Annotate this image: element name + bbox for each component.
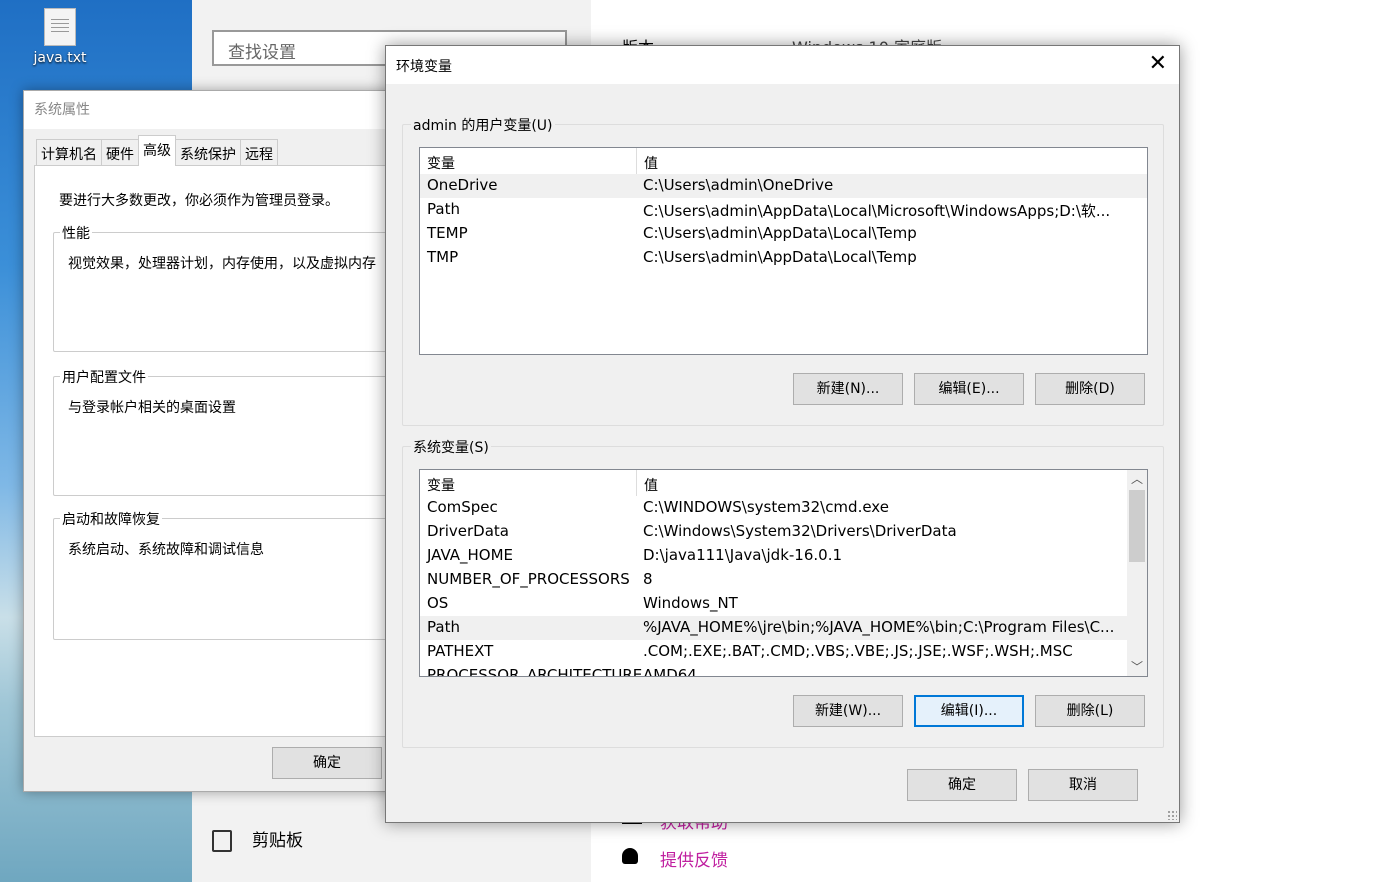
variable-value: C:\Users\admin\AppData\Local\Temp	[643, 248, 917, 266]
variable-value: C:\Users\admin\AppData\Local\Temp	[643, 224, 917, 242]
tab-hardware[interactable]: 硬件	[101, 139, 139, 166]
column-divider[interactable]	[636, 148, 637, 174]
table-row[interactable]: OneDrive C:\Users\admin\OneDrive	[420, 174, 1147, 198]
variable-value: C:\Windows\System32\Drivers\DriverData	[643, 522, 957, 540]
table-row[interactable]: Path %JAVA_HOME%\jre\bin;%JAVA_HOME%\bin…	[420, 616, 1147, 640]
variable-name: Path	[427, 618, 460, 636]
admin-notice: 要进行大多数更改，你必须作为管理员登录。	[59, 193, 339, 209]
variable-name: PATHEXT	[427, 642, 494, 660]
tab-system-protection[interactable]: 系统保护	[175, 139, 241, 166]
cancel-button[interactable]: 取消	[1028, 769, 1138, 801]
tab-bar: 计算机名 硬件 高级 系统保护 远程	[36, 135, 278, 166]
ok-button[interactable]: 确定	[272, 747, 382, 779]
environment-variables-dialog: 环境变量 ✕ admin 的用户变量(U) 变量 值 OneDrive C:\U…	[385, 45, 1180, 823]
dialog-titlebar: 环境变量 ✕	[386, 46, 1179, 84]
performance-group: 性能 视觉效果，处理器计划，内存使用，以及虚拟内存	[53, 223, 395, 352]
group-legend: admin 的用户变量(U)	[411, 115, 555, 135]
group-legend: 性能	[60, 223, 92, 243]
vertical-scrollbar[interactable]: ︿ ﹀	[1127, 470, 1147, 676]
ok-button[interactable]: 确定	[907, 769, 1017, 801]
table-row[interactable]: TMP C:\Users\admin\AppData\Local\Temp	[420, 246, 1147, 270]
variable-name: DriverData	[427, 522, 509, 540]
user-profile-group: 用户配置文件 与登录帐户相关的桌面设置	[53, 367, 395, 496]
table-row[interactable]: DriverData C:\Windows\System32\Drivers\D…	[420, 520, 1147, 544]
desktop-file-label: java.txt	[33, 50, 87, 66]
tab-computer-name[interactable]: 计算机名	[36, 139, 102, 166]
variable-value: AMD64	[643, 666, 697, 677]
group-legend: 用户配置文件	[60, 367, 148, 387]
advanced-tab-panel: 要进行大多数更改，你必须作为管理员登录。 性能 视觉效果，处理器计划，内存使用，…	[34, 165, 396, 737]
table-row[interactable]: NUMBER_OF_PROCESSORS 8	[420, 568, 1147, 592]
user-delete-button[interactable]: 删除(D)	[1035, 373, 1145, 405]
variable-value: 8	[643, 570, 653, 588]
variable-name: NUMBER_OF_PROCESSORS	[427, 570, 630, 588]
variable-name: PROCESSOR_ARCHITECTURE	[427, 666, 643, 677]
system-variables-group: 系统变量(S) 变量 值 ComSpec C:\WINDOWS\system32…	[402, 437, 1164, 748]
list-header: 变量 值	[420, 148, 1147, 174]
nav-item-label: 剪贴板	[252, 831, 303, 851]
variable-value: .COM;.EXE;.BAT;.CMD;.VBS;.VBE;.JS;.JSE;.…	[643, 642, 1073, 660]
table-row[interactable]: PATHEXT .COM;.EXE;.BAT;.CMD;.VBS;.VBE;.J…	[420, 640, 1147, 664]
close-icon[interactable]: ✕	[1149, 52, 1167, 76]
variable-value: Windows_NT	[643, 594, 738, 612]
user-variables-list[interactable]: 变量 值 OneDrive C:\Users\admin\OneDrive Pa…	[419, 147, 1148, 355]
tab-remote[interactable]: 远程	[240, 139, 278, 166]
feedback-icon	[622, 848, 638, 864]
nav-item-clipboard[interactable]: 剪贴板	[212, 826, 303, 852]
table-row[interactable]: PROCESSOR_ARCHITECTURE AMD64	[420, 664, 1147, 677]
variable-name: JAVA_HOME	[427, 546, 514, 564]
scroll-down-icon[interactable]: ﹀	[1127, 658, 1147, 676]
variable-name: ComSpec	[427, 498, 498, 516]
table-row[interactable]: TEMP C:\Users\admin\AppData\Local\Temp	[420, 222, 1147, 246]
column-header-variable[interactable]: 变量	[427, 153, 455, 173]
variable-value: D:\java111\Java\jdk-16.0.1	[643, 546, 843, 564]
search-placeholder: 查找设置	[228, 43, 296, 63]
group-legend: 启动和故障恢复	[60, 509, 162, 529]
desktop-file-java-txt[interactable]: java.txt	[30, 8, 90, 66]
dialog-title: 环境变量	[396, 59, 452, 75]
system-delete-button[interactable]: 删除(L)	[1035, 695, 1145, 727]
group-legend: 系统变量(S)	[411, 437, 491, 457]
column-divider[interactable]	[636, 470, 637, 496]
feedback-link[interactable]: 提供反馈	[660, 846, 728, 871]
text-file-icon	[44, 8, 76, 46]
variable-value: C:\WINDOWS\system32\cmd.exe	[643, 498, 889, 516]
table-row[interactable]: Path C:\Users\admin\AppData\Local\Micros…	[420, 198, 1147, 222]
user-variables-group: admin 的用户变量(U) 变量 值 OneDrive C:\Users\ad…	[402, 115, 1164, 426]
scrollbar-thumb[interactable]	[1129, 490, 1145, 562]
system-edit-button[interactable]: 编辑(I)...	[914, 695, 1024, 727]
table-row[interactable]: ComSpec C:\WINDOWS\system32\cmd.exe	[420, 496, 1147, 520]
column-header-value[interactable]: 值	[644, 153, 658, 173]
table-row[interactable]: JAVA_HOME D:\java111\Java\jdk-16.0.1	[420, 544, 1147, 568]
table-row[interactable]: OS Windows_NT	[420, 592, 1147, 616]
variable-value: C:\Users\admin\OneDrive	[643, 176, 834, 194]
column-header-value[interactable]: 值	[644, 475, 658, 495]
user-new-button[interactable]: 新建(N)...	[793, 373, 903, 405]
list-header: 变量 值	[420, 470, 1147, 496]
variable-name: TMP	[427, 248, 459, 266]
scroll-up-icon[interactable]: ︿	[1127, 470, 1147, 488]
dialog-title: 系统属性	[24, 91, 394, 129]
variable-name: OS	[427, 594, 449, 612]
variable-name: OneDrive	[427, 176, 498, 194]
resize-grip-icon[interactable]	[1167, 810, 1177, 820]
variable-name: TEMP	[427, 224, 468, 242]
system-properties-dialog: 系统属性 计算机名 硬件 高级 系统保护 远程 要进行大多数更改，你必须作为管理…	[23, 90, 396, 792]
group-description: 系统启动、系统故障和调试信息	[68, 542, 264, 558]
system-new-button[interactable]: 新建(W)...	[793, 695, 903, 727]
group-description: 与登录帐户相关的桌面设置	[68, 400, 236, 416]
variable-value: %JAVA_HOME%\jre\bin;%JAVA_HOME%\bin;C:\P…	[643, 618, 1115, 636]
column-header-variable[interactable]: 变量	[427, 475, 455, 495]
clipboard-icon	[212, 830, 232, 852]
variable-name: Path	[427, 200, 460, 218]
user-edit-button[interactable]: 编辑(E)...	[914, 373, 1024, 405]
tab-advanced[interactable]: 高级	[138, 135, 176, 166]
group-description: 视觉效果，处理器计划，内存使用，以及虚拟内存	[68, 256, 376, 272]
variable-value: C:\Users\admin\AppData\Local\Microsoft\W…	[643, 202, 1111, 220]
startup-recovery-group: 启动和故障恢复 系统启动、系统故障和调试信息	[53, 509, 395, 640]
system-variables-list[interactable]: 变量 值 ComSpec C:\WINDOWS\system32\cmd.exe…	[419, 469, 1148, 677]
